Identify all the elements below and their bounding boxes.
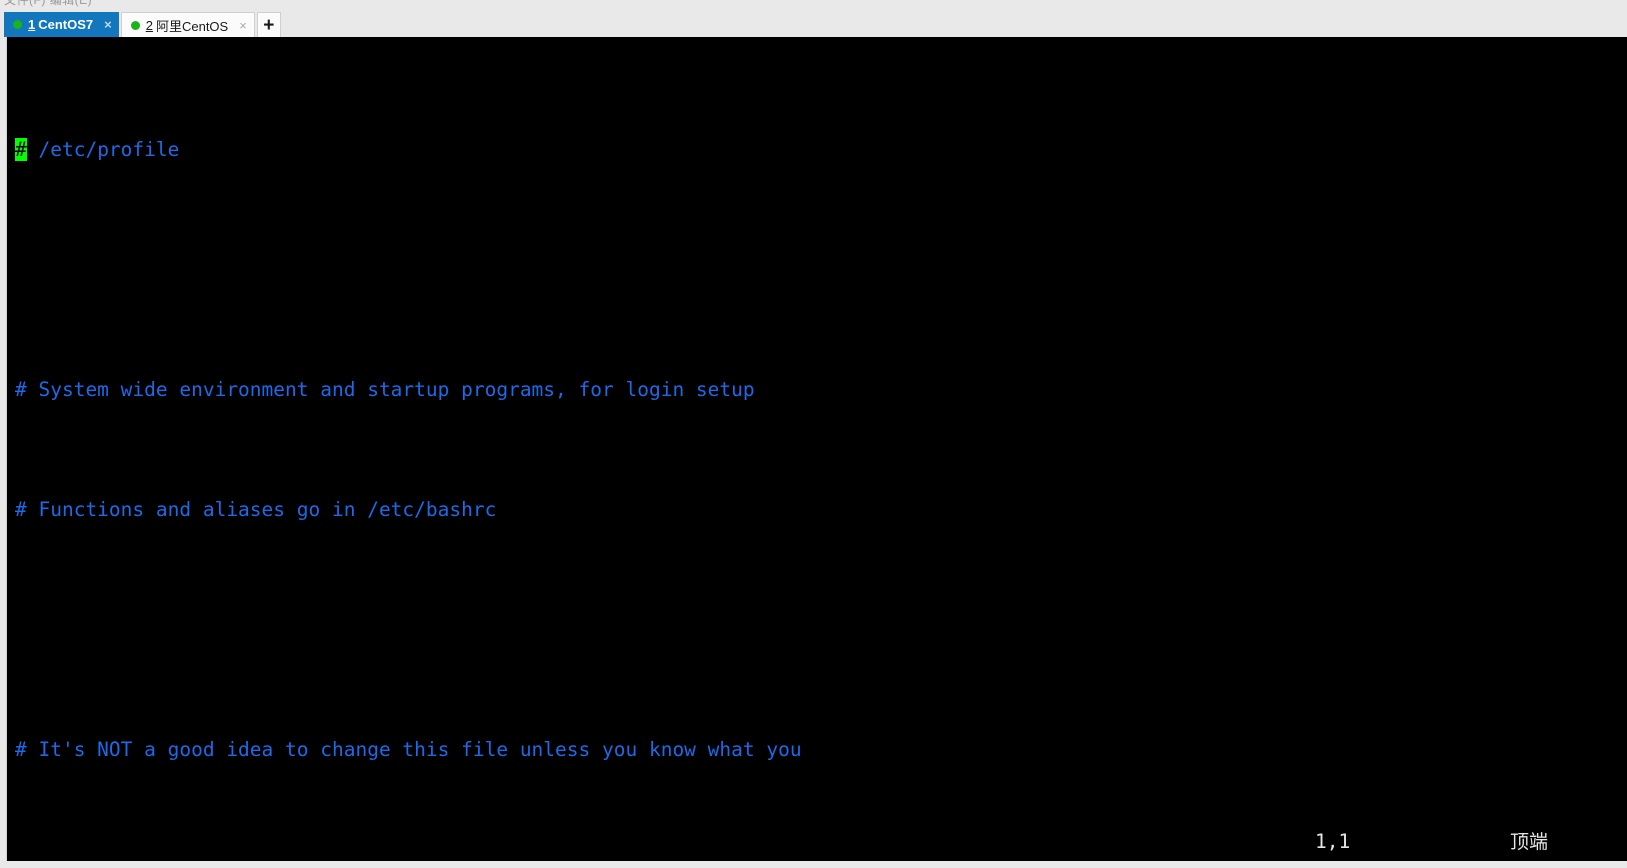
terminal-line: # It's NOT a good idea to change this fi… — [15, 735, 1615, 765]
status-cursor-position: 1,1 — [1315, 830, 1351, 853]
menu-strip-label: 文件(F) 编辑(E) — [4, 0, 93, 7]
terminal-line: # /etc/profile — [15, 135, 1615, 165]
close-icon[interactable]: × — [239, 19, 247, 32]
connection-status-dot-icon — [13, 20, 22, 29]
close-icon[interactable]: × — [104, 18, 112, 31]
menu-strip: 文件(F) 编辑(E) — [0, 0, 1627, 9]
tab-title-label: 阿里CentOS — [155, 18, 229, 34]
status-file-info: "/etc/profile" 76L, 1819C — [109, 860, 403, 861]
terminal-app-window: 文件(F) 编辑(E) 1 CentOS7 × 2 阿里CentOS × + #… — [0, 0, 1627, 868]
tab-ali-centos[interactable]: 2 阿里CentOS × — [120, 12, 255, 37]
tab-centos7[interactable]: 1 CentOS7 × — [4, 12, 119, 37]
tab-index-label: 1 — [28, 17, 36, 32]
tab-title-label: CentOS7 — [38, 17, 94, 32]
terminal-screen[interactable]: # /etc/profile # System wide environment… — [7, 37, 1615, 861]
window-bottom-edge — [0, 861, 1627, 868]
line-text: /etc/profile — [26, 138, 180, 161]
line-text: # It's NOT a good idea to change this fi… — [15, 738, 802, 761]
tab-index-label: 2 — [145, 17, 153, 33]
line-text: # System wide environment and startup pr… — [15, 378, 755, 401]
terminal-area: # /etc/profile # System wide environment… — [0, 37, 1627, 861]
terminal-line: # Functions and aliases go in /etc/bashr… — [15, 495, 1615, 525]
tab-bar: 1 CentOS7 × 2 阿里CentOS × + — [0, 9, 1627, 37]
text-cursor: # — [15, 138, 27, 161]
new-tab-button[interactable]: + — [256, 12, 281, 37]
status-scroll-state: 顶端 — [1510, 831, 1549, 853]
terminal-line: # System wide environment and startup pr… — [15, 375, 1615, 405]
connection-status-dot-icon — [130, 20, 140, 30]
terminal-right-gutter — [1615, 37, 1627, 861]
line-text: # Functions and aliases go in /etc/bashr… — [15, 498, 497, 521]
terminal-scrollbar[interactable] — [0, 37, 7, 861]
vim-status-line: "/etc/profile" 76L, 1819C 1,1 顶端 — [15, 827, 1615, 861]
